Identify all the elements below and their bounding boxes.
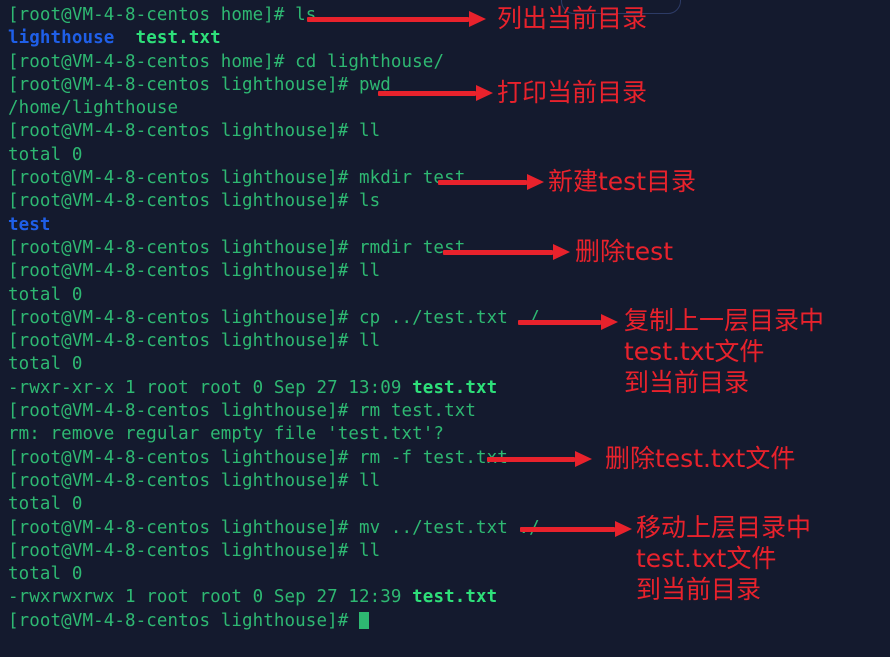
shell-prompt: [root@VM-4-8-centos lighthouse]#: [8, 307, 359, 328]
terminal-line: [root@VM-4-8-centos lighthouse]# rm -f t…: [8, 447, 560, 470]
shell-prompt: [root@VM-4-8-centos home]#: [8, 5, 296, 25]
terminal-line: [root@VM-4-8-centos lighthouse]# ll: [8, 330, 560, 353]
terminal-line: [root@VM-4-8-centos lighthouse]# cp ../t…: [8, 307, 560, 330]
arrow-head: [476, 85, 493, 101]
annotation-arrow-icon: [518, 314, 619, 330]
shell-prompt: [root@VM-4-8-centos home]#: [8, 51, 296, 72]
annotation-label: 删除test.txt文件: [605, 444, 796, 473]
file-name: test.txt: [135, 28, 221, 49]
shell-command: rm test.txt: [358, 401, 476, 422]
command-output: total 0: [8, 144, 83, 165]
command-output: rm: remove regular empty file 'test.txt'…: [8, 424, 445, 445]
annotation-arrow-icon: [520, 521, 633, 537]
shell-prompt: [root@VM-4-8-centos lighthouse]#: [8, 261, 359, 282]
command-output: /home/lighthouse: [8, 98, 179, 119]
arrow-shaft: [487, 457, 575, 462]
arrow-shaft: [520, 527, 615, 532]
shell-command: ls: [358, 191, 381, 212]
shell-prompt: [root@VM-4-8-centos lighthouse]#: [8, 517, 359, 538]
shell-prompt: [root@VM-4-8-centos lighthouse]#: [8, 168, 359, 189]
terminal-line: total 0: [8, 493, 560, 516]
annotation-arrow-icon: [438, 174, 545, 190]
annotation-label: 列出当前目录: [497, 4, 648, 33]
arrow-head: [575, 451, 592, 467]
shell-prompt: [root@VM-4-8-centos lighthouse]#: [8, 121, 359, 142]
terminal-line: total 0: [8, 144, 560, 167]
shell-prompt: [root@VM-4-8-centos lighthouse]#: [8, 237, 359, 258]
annotation-arrow-icon: [307, 11, 487, 27]
arrow-head: [601, 314, 618, 330]
annotation-arrow-icon: [487, 451, 593, 467]
terminal-line: -rwxrwxrwx 1 root root 0 Sep 27 12:39 te…: [8, 586, 560, 609]
shell-command: ll: [358, 470, 381, 491]
terminal-line: [root@VM-4-8-centos lighthouse]# ll: [8, 260, 560, 283]
terminal-line: total 0: [8, 563, 560, 586]
command-output: -rwxrwxrwx 1 root root 0 Sep 27 12:39: [8, 587, 413, 608]
shell-prompt: [root@VM-4-8-centos lighthouse]#: [8, 610, 359, 631]
command-output: total 0: [8, 284, 83, 305]
shell-command: ll: [358, 261, 381, 282]
command-output: total 0: [8, 564, 83, 585]
annotation-label: 新建test目录: [548, 167, 697, 196]
arrow-head: [527, 174, 544, 190]
terminal-line: [root@VM-4-8-centos lighthouse]# ll: [8, 540, 560, 563]
arrow-shaft: [518, 320, 601, 325]
shell-command: cp ../test.txt ./: [358, 307, 540, 328]
terminal-line: test: [8, 214, 560, 237]
arrow-shaft: [378, 91, 476, 96]
terminal-screenshot: [root@VM-4-8-centos home]# ls lighthouse …: [0, 0, 890, 657]
shell-command: ll: [358, 331, 381, 352]
shell-prompt: [root@VM-4-8-centos lighthouse]#: [8, 74, 359, 95]
terminal-line: -rwxr-xr-x 1 root root 0 Sep 27 13:09 te…: [8, 377, 560, 400]
arrow-head: [615, 521, 632, 537]
file-name: test.txt: [412, 587, 498, 608]
shell-prompt: [root@VM-4-8-centos lighthouse]#: [8, 470, 359, 491]
arrow-head: [469, 11, 486, 27]
annotation-label: 删除test: [575, 237, 674, 266]
terminal-line: [root@VM-4-8-centos lighthouse]# ls: [8, 190, 560, 213]
command-output: total 0: [8, 494, 83, 515]
annotation-label: 复制上一层目录中 test.txt文件 到当前目录: [624, 306, 825, 397]
shell-command: ll: [358, 540, 381, 561]
shell-prompt: [root@VM-4-8-centos lighthouse]#: [8, 191, 359, 212]
terminal-line: [root@VM-4-8-centos lighthouse]# ll: [8, 120, 560, 143]
annotation-label: 打印当前目录: [497, 78, 648, 107]
shell-prompt: [root@VM-4-8-centos lighthouse]#: [8, 401, 359, 422]
terminal-line: total 0: [8, 353, 560, 376]
shell-prompt: [root@VM-4-8-centos lighthouse]#: [8, 540, 359, 561]
shell-prompt: [root@VM-4-8-centos lighthouse]#: [8, 331, 359, 352]
annotation-arrow-icon: [378, 85, 494, 101]
terminal-line: rm: remove regular empty file 'test.txt'…: [8, 423, 560, 446]
terminal-line: [root@VM-4-8-centos home]# cd lighthouse…: [8, 51, 560, 74]
terminal-line: [root@VM-4-8-centos lighthouse]# ll: [8, 470, 560, 493]
arrow-shaft: [443, 250, 553, 255]
terminal-line: [root@VM-4-8-centos lighthouse]#: [8, 610, 560, 633]
directory-name: test: [8, 214, 51, 235]
command-output: [114, 28, 135, 48]
shell-command: ll: [358, 121, 381, 142]
directory-name: lighthouse: [8, 28, 115, 49]
shell-prompt: [root@VM-4-8-centos lighthouse]#: [8, 447, 359, 468]
file-name: test.txt: [412, 377, 498, 398]
terminal-line: total 0: [8, 284, 560, 307]
terminal-line: [root@VM-4-8-centos lighthouse]# mv ../t…: [8, 517, 560, 540]
command-output: -rwxr-xr-x 1 root root 0 Sep 27 13:09: [8, 377, 413, 398]
text-cursor[interactable]: [358, 611, 369, 629]
arrow-shaft: [438, 180, 527, 185]
annotation-label: 移动上层目录中 test.txt文件 到当前目录: [636, 513, 812, 604]
terminal-line: [root@VM-4-8-centos lighthouse]# rm test…: [8, 400, 560, 423]
shell-command: mv ../test.txt ./: [358, 517, 540, 538]
arrow-head: [553, 244, 570, 260]
shell-command: rm -f test.txt: [358, 447, 508, 468]
terminal-line: lighthouse test.txt: [8, 27, 560, 50]
annotation-arrow-icon: [443, 244, 571, 260]
command-output: total 0: [8, 354, 83, 375]
arrow-shaft: [307, 17, 469, 22]
shell-command: cd lighthouse/: [295, 51, 445, 72]
